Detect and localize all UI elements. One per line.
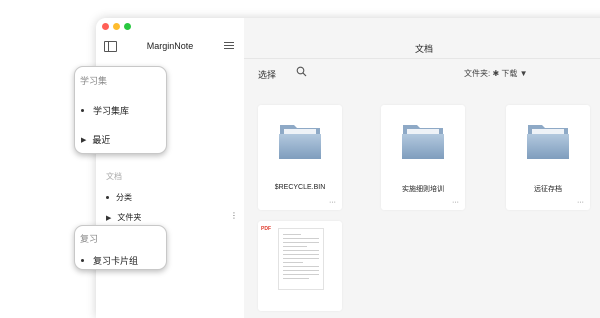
bullet-icon xyxy=(81,109,84,112)
app-title: MarginNote xyxy=(146,41,194,51)
study-sets-callout: 学习集 学习集库 ▶ 最近 xyxy=(74,66,167,154)
disclosure-triangle-icon[interactable]: ▶ xyxy=(81,136,86,144)
folder-card[interactable]: 实施细则培训 ··· xyxy=(381,105,465,210)
folder-icon xyxy=(279,125,321,159)
documents-section-title: 文档 xyxy=(106,172,122,181)
disclosure-triangle-icon[interactable]: ▶ xyxy=(106,214,111,222)
item-name: 实施细则培训 xyxy=(402,186,444,193)
bullet-icon xyxy=(106,196,109,199)
search-icon[interactable] xyxy=(296,66,307,77)
more-options-icon[interactable]: ··· xyxy=(329,199,336,206)
header-divider xyxy=(244,58,600,59)
pdf-document-card[interactable]: PDF xyxy=(258,221,342,311)
sidebar-item-folders[interactable]: ▶ 文件夹 xyxy=(106,212,141,223)
sidebar-item-label: 文件夹 xyxy=(117,213,142,222)
sidebar: MarginNote 文档 分类 ▶ 文件夹 ⋮ xyxy=(96,18,245,318)
document-thumbnail xyxy=(278,228,324,290)
sidebar-item-study-library[interactable]: 学习集库 xyxy=(81,104,129,117)
sidebar-item-label: 学习集库 xyxy=(93,106,130,116)
sidebar-item-categories[interactable]: 分类 xyxy=(106,192,132,203)
study-sets-title: 学习集 xyxy=(80,76,108,86)
folder-icon xyxy=(402,125,444,159)
review-title: 复习 xyxy=(80,234,99,244)
sidebar-item-review-card-decks[interactable]: 复习卡片组 xyxy=(81,254,138,267)
close-window-button[interactable] xyxy=(102,23,109,30)
window-controls xyxy=(102,23,131,30)
sidebar-item-label: 复习卡片组 xyxy=(93,256,139,266)
more-options-icon[interactable]: ··· xyxy=(452,199,459,206)
sidebar-item-recent[interactable]: ▶ 最近 xyxy=(81,133,110,146)
item-name: 远征存档 xyxy=(534,186,562,193)
pdf-badge: PDF xyxy=(261,226,271,232)
select-button[interactable]: 选择 xyxy=(258,68,276,81)
app-window: MarginNote 文档 分类 ▶ 文件夹 ⋮ 文档 选择 文件夹: ✱ 下载… xyxy=(96,18,600,318)
folder-selector-dropdown[interactable]: 文件夹: ✱ 下载 ▼ xyxy=(464,68,528,79)
more-options-icon[interactable]: ··· xyxy=(577,199,584,206)
sidebar-item-label: 最近 xyxy=(92,135,111,145)
bullet-icon xyxy=(81,259,84,262)
folder-card[interactable]: 远征存档 ··· xyxy=(506,105,590,210)
vertical-ellipsis-icon[interactable]: ⋮ xyxy=(230,212,238,220)
item-name: $RECYCLE.BIN xyxy=(274,184,326,191)
page-title: 文档 xyxy=(414,44,433,54)
hamburger-menu-icon[interactable] xyxy=(224,42,234,51)
review-callout: 复习 复习卡片组 xyxy=(74,225,167,270)
zoom-window-button[interactable] xyxy=(124,23,131,30)
folder-icon xyxy=(527,125,569,159)
sidebar-toggle-icon[interactable] xyxy=(104,41,117,52)
main-content: 文档 选择 文件夹: ✱ 下载 ▼ $RECYCLE.BIN ··· 实施细则培… xyxy=(244,18,600,318)
minimize-window-button[interactable] xyxy=(113,23,120,30)
sidebar-item-label: 分类 xyxy=(116,193,132,202)
folder-card[interactable]: $RECYCLE.BIN ··· xyxy=(258,105,342,210)
